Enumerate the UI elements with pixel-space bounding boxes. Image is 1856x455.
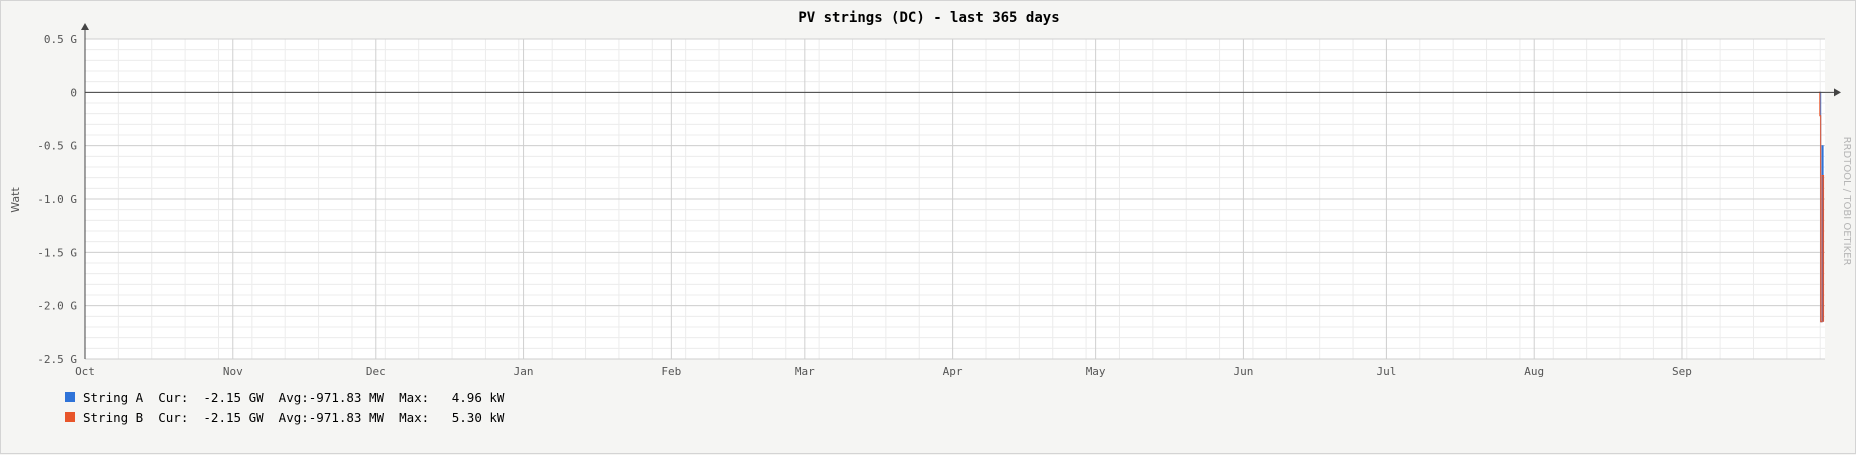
legend-swatch [65,392,75,402]
x-tick-label: Dec [366,365,386,378]
y-tick-labels: 0.5 G 0 -0.5 G -1.0 G -1.5 G -2.0 G -2.5 G [37,33,77,366]
x-tick-label: Jan [514,365,534,378]
x-tick-label: Apr [943,365,963,378]
x-tick-label: Jun [1233,365,1253,378]
rrdtool-watermark: RRDTOOL / TOBI OETIKER [1841,137,1852,266]
x-tick-label: Aug [1524,365,1544,378]
y-tick-label: 0 [70,86,77,99]
x-tick-labels: Oct Nov Dec Jan Feb Mar Apr May Jun Jul Aug Sep [75,365,1692,378]
chart-frame: PV strings (DC) - last 365 days 0.5 G 0 -0… [0,0,1856,454]
y-tick-label: -1.5 G [37,246,77,259]
legend: String A Cur: -2.15 GW Avg:-971.83 MW Ma… [65,390,505,425]
y-tick-label: -2.5 G [37,353,77,366]
y-tick-label: 0.5 G [44,33,77,46]
x-tick-label: Nov [223,365,243,378]
x-tick-label: Feb [661,365,681,378]
y-tick-label: -1.0 G [37,193,77,206]
chart-title: PV strings (DC) - last 365 days [798,10,1059,26]
x-tick-label: Oct [75,365,95,378]
chart-canvas: PV strings (DC) - last 365 days 0.5 G 0 -0… [9,10,1852,425]
x-tick-label: Sep [1672,365,1692,378]
legend-entry: String B Cur: -2.15 GW Avg:-971.83 MW Ma… [83,410,505,425]
legend-swatch [65,412,75,422]
x-tick-label: Jul [1376,365,1396,378]
x-axis-arrow [1834,88,1841,97]
y-tick-label: -0.5 G [37,140,77,153]
legend-entry: String A Cur: -2.15 GW Avg:-971.83 MW Ma… [83,390,505,405]
y-axis-arrow [81,23,89,30]
y-axis-label: Watt [9,187,22,213]
x-tick-label: Mar [795,365,815,378]
x-tick-label: May [1086,365,1106,378]
y-tick-label: -2.0 G [37,300,77,313]
